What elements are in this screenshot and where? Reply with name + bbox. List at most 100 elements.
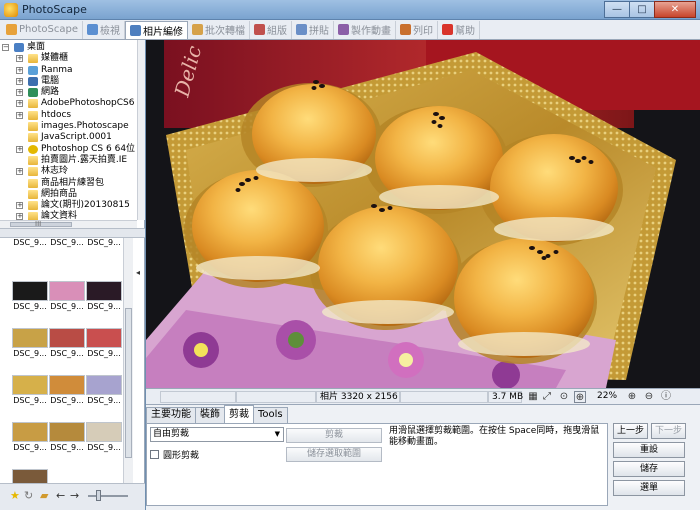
edit-tab-1[interactable]: 裝飾 <box>195 407 225 423</box>
back-arrow-icon[interactable]: ← <box>56 490 65 501</box>
thumbnail[interactable]: DSC_9... <box>86 238 122 274</box>
thumbnail[interactable]: DSC_9... <box>12 322 48 358</box>
thumbnail[interactable]: DSC_9... <box>12 238 48 274</box>
thumbnail-scroll-thumb[interactable] <box>125 308 132 458</box>
forward-arrow-icon[interactable]: → <box>70 490 79 501</box>
crop-button[interactable]: 剪裁 <box>286 428 382 443</box>
round-crop-option[interactable]: 圓形剪裁 <box>150 448 199 461</box>
expand-icon[interactable]: + <box>16 100 23 108</box>
module-tab-0[interactable]: PhotoScape <box>2 20 83 39</box>
folder-tree-vertical-scrollbar[interactable] <box>137 40 145 220</box>
thumbnail-size-slider-knob[interactable] <box>96 490 101 501</box>
module-tab-4[interactable]: 組版 <box>250 20 292 39</box>
thumbnail[interactable]: DSC_9... <box>12 369 48 405</box>
fit-screen-icon[interactable]: ⤢ <box>541 391 553 403</box>
edit-tab-3[interactable]: Tools <box>253 407 288 423</box>
thumbnail[interactable]: DSC_9... <box>49 322 85 358</box>
tree-item[interactable]: + 論文資料 <box>0 211 137 220</box>
edit-tab-0[interactable]: 主要功能 <box>146 407 196 423</box>
reset-button[interactable]: 重設 <box>613 442 685 458</box>
module-tab-8[interactable]: 幫助 <box>438 20 480 39</box>
close-button[interactable]: ✕ <box>654 1 696 18</box>
maximize-button[interactable]: □ <box>629 1 655 18</box>
minimize-button[interactable]: — <box>604 1 630 18</box>
undo-button[interactable]: 上一步 <box>613 423 648 439</box>
collapse-left-arrow-icon[interactable]: ◂ <box>136 268 140 277</box>
thumbnail[interactable]: DSC_9... <box>49 238 85 274</box>
edit-tab-2[interactable]: 剪裁 <box>224 405 254 423</box>
tree-item[interactable]: + 媒體櫃 <box>0 53 137 64</box>
grid-toggle-icon[interactable]: ▦ <box>527 391 539 403</box>
collapse-icon[interactable]: − <box>2 44 9 51</box>
tree-item[interactable]: + 網路 <box>0 87 137 98</box>
fit-window-icon[interactable]: ⊕ <box>574 391 586 403</box>
round-crop-checkbox[interactable] <box>150 450 159 459</box>
thumbnail[interactable]: DSC_9... <box>12 463 48 483</box>
module-tab-2[interactable]: 相片編修 <box>125 20 188 39</box>
favorite-star-icon[interactable]: ★ <box>10 490 20 501</box>
module-tab-label: 批次轉檔 <box>205 26 245 37</box>
thumbnail[interactable]: DSC_9... <box>49 369 85 405</box>
zoom-out-icon[interactable]: ⊖ <box>643 391 655 403</box>
thumbnail[interactable]: DSC_9... <box>86 322 122 358</box>
tree-item[interactable]: 網拍商品 <box>0 189 137 200</box>
save-crop-area-button[interactable]: 儲存選取範圍 <box>286 447 382 462</box>
tree-item[interactable]: + AdobePhotoshopCS6 <box>0 98 137 109</box>
thumbnail[interactable]: DSC_9... <box>86 369 122 405</box>
save-button[interactable]: 儲存 <box>613 461 685 477</box>
thumbnail[interactable]: DSC_9... <box>49 416 85 452</box>
folder-tree-horizontal-scrollbar[interactable]: III <box>0 220 137 228</box>
tree-item[interactable]: − 桌面 <box>0 42 137 53</box>
info-icon[interactable]: ⓘ <box>660 391 672 403</box>
module-tab-label: 製作動畫 <box>351 26 391 37</box>
expand-icon[interactable]: + <box>16 55 23 63</box>
tree-item[interactable]: 拍賣圖片.露天拍賣.IE <box>0 155 137 166</box>
module-tab-7[interactable]: 列印 <box>396 20 438 39</box>
refresh-icon[interactable]: ↻ <box>24 490 33 501</box>
tree-item[interactable]: + 電腦 <box>0 76 137 87</box>
menu-button[interactable]: 選單 <box>613 480 685 496</box>
module-tab-label: 檢視 <box>100 26 120 37</box>
expand-icon[interactable]: + <box>16 111 23 119</box>
expand-icon[interactable]: + <box>16 66 23 74</box>
actual-size-icon[interactable]: ⊙ <box>558 391 570 403</box>
module-tab-1[interactable]: 檢視 <box>83 20 125 39</box>
left-panel: − 桌面 + 媒體櫃 + Ranma + 電腦 + 網路 + AdobePhotoshopCS6 + ht… <box>0 40 145 510</box>
tree-item-label: 拍賣圖片.露天拍賣.IE <box>41 154 128 165</box>
expand-icon[interactable]: + <box>16 77 23 85</box>
horizontal-scroll-thumb[interactable]: III <box>10 220 72 228</box>
tree-item-label: 媒體櫃 <box>41 53 69 64</box>
thumbnail[interactable]: DSC_9... <box>86 275 122 311</box>
tree-item[interactable]: + Ranma <box>0 65 137 76</box>
redo-button[interactable]: 下一步 <box>651 423 686 439</box>
module-tab-3[interactable]: 批次轉檔 <box>188 20 250 39</box>
thumbnail-scrollbar[interactable] <box>123 238 133 483</box>
thumbnail-label: DSC_9... <box>50 302 84 311</box>
tree-item[interactable]: + 林志玲 <box>0 166 137 177</box>
tree-item[interactable]: + 論文(期刊)20130815 <box>0 200 137 211</box>
thumbnail[interactable]: DSC_9... <box>86 416 122 452</box>
crop-mode-select[interactable]: 自由剪裁 ▼ <box>150 427 284 442</box>
photo-viewer[interactable]: Delic 賣 <box>146 40 700 388</box>
expand-icon[interactable]: + <box>16 168 23 176</box>
panel-splitter[interactable] <box>0 228 145 238</box>
tree-item[interactable]: + Photoshop CS 6 64位 <box>0 144 137 155</box>
thumbnail[interactable]: DSC_9... <box>12 275 48 311</box>
thumbnail-image <box>49 375 85 395</box>
expand-icon[interactable]: + <box>16 202 23 210</box>
tree-item[interactable]: 商品相片練習包 <box>0 178 137 189</box>
zoom-in-icon[interactable]: ⊕ <box>626 391 638 403</box>
thumbnail[interactable]: DSC_9... <box>12 416 48 452</box>
open-folder-icon[interactable]: ▰ <box>40 490 48 501</box>
thumbnail-label: DSC_9... <box>87 238 121 247</box>
module-tab-6[interactable]: 製作動畫 <box>334 20 396 39</box>
thumbnail[interactable]: DSC_9... <box>49 275 85 311</box>
expand-icon[interactable]: + <box>16 89 23 97</box>
tree-item[interactable]: images.Photoscape <box>0 121 137 132</box>
thumbnail-size-slider-track[interactable] <box>88 495 128 497</box>
expand-icon[interactable]: + <box>16 145 23 153</box>
tree-item[interactable]: + htdocs <box>0 110 137 121</box>
module-tab-5[interactable]: 拼貼 <box>292 20 334 39</box>
tree-item[interactable]: JavaScript.0001 <box>0 132 137 143</box>
hazard-icon <box>28 144 38 154</box>
